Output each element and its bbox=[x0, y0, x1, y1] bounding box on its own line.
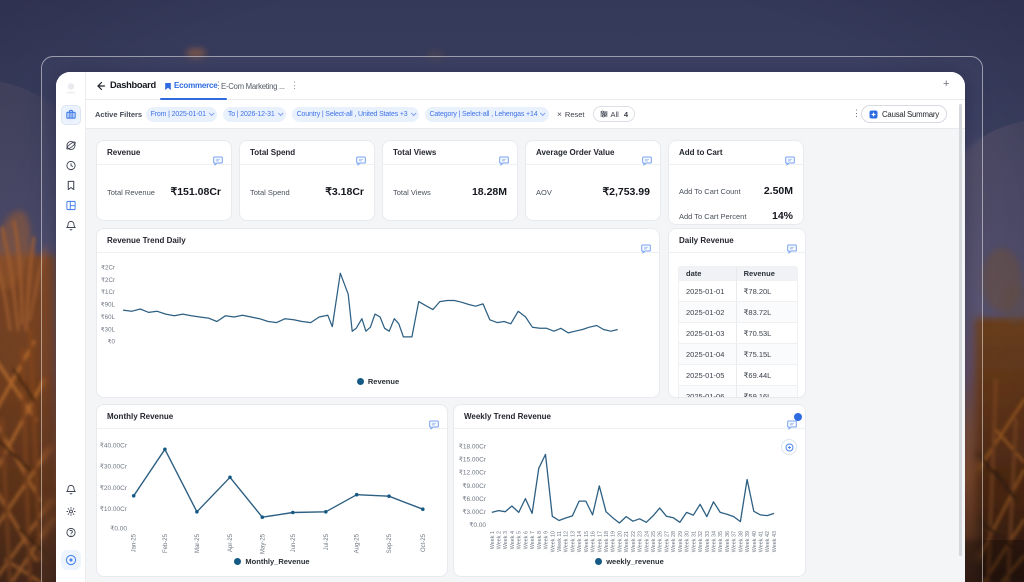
svg-text:₹10.00Cr: ₹10.00Cr bbox=[100, 505, 128, 513]
svg-text:Week 28: Week 28 bbox=[671, 531, 677, 552]
svg-text:Week 35: Week 35 bbox=[718, 531, 724, 552]
svg-text:Week 37: Week 37 bbox=[732, 531, 738, 552]
svg-text:Week 3: Week 3 bbox=[503, 531, 509, 549]
svg-text:Week 6: Week 6 bbox=[523, 531, 529, 549]
svg-text:₹9.00Cr: ₹9.00Cr bbox=[462, 482, 486, 490]
svg-text:Week 31: Week 31 bbox=[691, 531, 697, 552]
svg-text:Week 12: Week 12 bbox=[564, 531, 570, 552]
svg-text:₹15.00Cr: ₹15.00Cr bbox=[459, 456, 487, 464]
svg-text:Week 7: Week 7 bbox=[530, 531, 536, 549]
svg-text:₹2Cr: ₹2Cr bbox=[101, 265, 115, 272]
svg-text:₹0.00: ₹0.00 bbox=[469, 521, 486, 529]
svg-text:₹20.00Cr: ₹20.00Cr bbox=[100, 484, 128, 492]
svg-text:Week 30: Week 30 bbox=[685, 531, 691, 552]
svg-text:₹12.00Cr: ₹12.00Cr bbox=[459, 468, 487, 476]
svg-text:Week 8: Week 8 bbox=[537, 531, 543, 549]
svg-text:Jan-25: Jan-25 bbox=[132, 533, 138, 552]
svg-text:₹90L: ₹90L bbox=[101, 302, 116, 309]
svg-text:Week 17: Week 17 bbox=[597, 531, 603, 552]
svg-text:₹6.00Cr: ₹6.00Cr bbox=[462, 495, 486, 503]
svg-text:Sep-25: Sep-25 bbox=[387, 533, 393, 553]
svg-text:₹0.00: ₹0.00 bbox=[110, 525, 127, 533]
svg-text:Week 22: Week 22 bbox=[631, 531, 637, 552]
svg-text:Week 33: Week 33 bbox=[705, 531, 711, 552]
svg-text:Week 2: Week 2 bbox=[497, 531, 503, 549]
svg-text:Feb-25: Feb-25 bbox=[163, 533, 169, 553]
svg-text:Week 36: Week 36 bbox=[725, 531, 731, 552]
svg-text:Week 20: Week 20 bbox=[617, 531, 623, 552]
svg-text:Week 16: Week 16 bbox=[591, 531, 597, 552]
svg-text:Week 29: Week 29 bbox=[678, 531, 684, 552]
svg-text:Apr-25: Apr-25 bbox=[228, 533, 234, 552]
svg-text:Week 24: Week 24 bbox=[644, 531, 650, 552]
svg-text:Week 14: Week 14 bbox=[577, 531, 583, 552]
svg-text:Week 1: Week 1 bbox=[490, 531, 496, 549]
svg-text:Week 32: Week 32 bbox=[698, 531, 704, 552]
svg-text:Mar-25: Mar-25 bbox=[195, 533, 201, 553]
svg-text:₹0: ₹0 bbox=[108, 339, 116, 346]
svg-text:Week 10: Week 10 bbox=[550, 531, 556, 552]
svg-text:₹2Cr: ₹2Cr bbox=[101, 277, 115, 284]
svg-text:Week 19: Week 19 bbox=[611, 531, 617, 552]
svg-text:Week 15: Week 15 bbox=[584, 531, 590, 552]
svg-text:Week 27: Week 27 bbox=[665, 531, 671, 552]
svg-text:Week 39: Week 39 bbox=[745, 531, 751, 552]
svg-text:Week 40: Week 40 bbox=[752, 531, 758, 552]
svg-text:Week 43: Week 43 bbox=[772, 531, 778, 552]
svg-text:₹18.00Cr: ₹18.00Cr bbox=[459, 442, 487, 450]
svg-text:Week 11: Week 11 bbox=[557, 531, 563, 552]
svg-text:₹3.00Cr: ₹3.00Cr bbox=[462, 508, 486, 516]
svg-text:₹60L: ₹60L bbox=[101, 314, 116, 321]
svg-text:Week 38: Week 38 bbox=[738, 531, 744, 552]
svg-text:Week 42: Week 42 bbox=[765, 531, 771, 552]
svg-text:₹1Cr: ₹1Cr bbox=[101, 289, 115, 296]
svg-text:Week 25: Week 25 bbox=[651, 531, 657, 552]
svg-text:₹30.00Cr: ₹30.00Cr bbox=[100, 463, 128, 471]
svg-text:Oct-25: Oct-25 bbox=[421, 533, 427, 552]
svg-text:Aug-25: Aug-25 bbox=[355, 533, 361, 553]
svg-text:Week 34: Week 34 bbox=[712, 531, 718, 552]
svg-text:Week 13: Week 13 bbox=[570, 531, 576, 552]
svg-text:Week 23: Week 23 bbox=[638, 531, 644, 552]
svg-text:₹40.00Cr: ₹40.00Cr bbox=[100, 441, 128, 449]
svg-text:Jun-25: Jun-25 bbox=[291, 533, 297, 552]
svg-text:₹30L: ₹30L bbox=[101, 327, 116, 334]
svg-text:Week 26: Week 26 bbox=[658, 531, 664, 552]
svg-text:Week 41: Week 41 bbox=[759, 531, 765, 552]
svg-text:Week 4: Week 4 bbox=[510, 531, 516, 549]
svg-text:May-25: May-25 bbox=[260, 533, 266, 554]
svg-text:Week 9: Week 9 bbox=[544, 531, 550, 549]
svg-text:Week 18: Week 18 bbox=[604, 531, 610, 552]
svg-text:Week 5: Week 5 bbox=[517, 531, 523, 549]
svg-text:Jul-25: Jul-25 bbox=[324, 533, 330, 550]
svg-text:Week 21: Week 21 bbox=[624, 531, 630, 552]
